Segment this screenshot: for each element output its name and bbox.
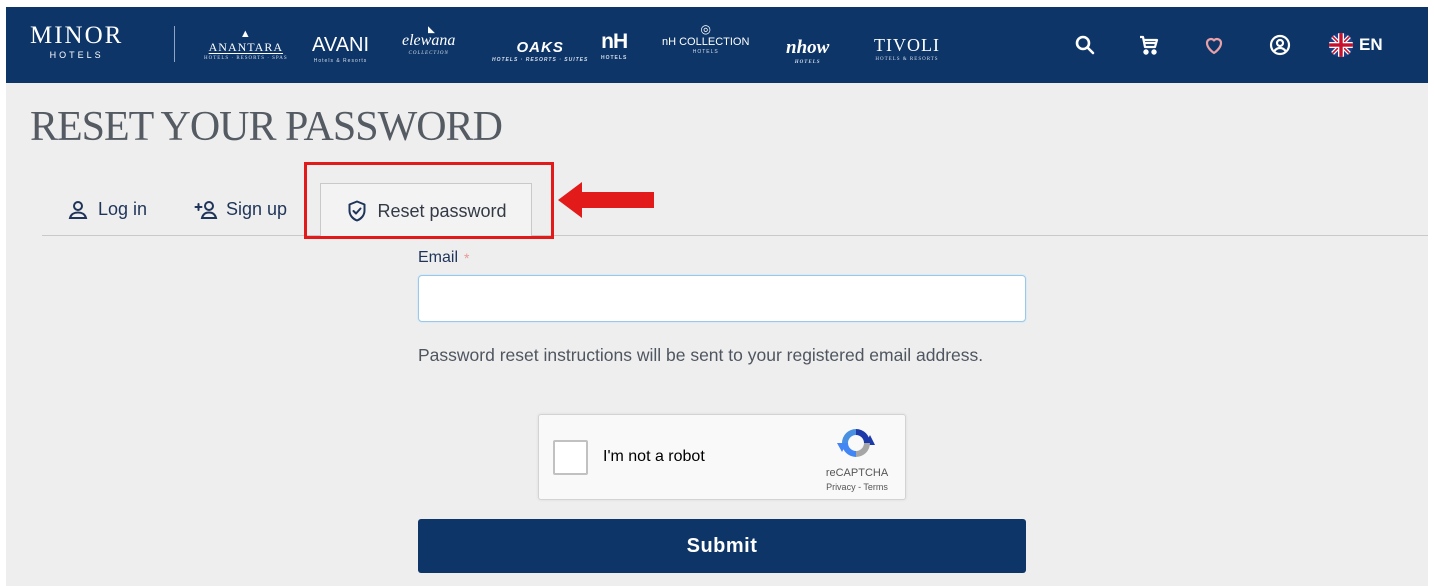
brand-anantara-tagline: HOTELS · RESORTS · SPAS bbox=[204, 56, 288, 61]
minor-hotels-logo[interactable]: MINOR HOTELS bbox=[30, 23, 123, 61]
brand-nh-collection[interactable]: ◎ nH COLLECTION HOTELS bbox=[662, 22, 750, 56]
anantara-mark-icon: ▲ bbox=[239, 28, 252, 40]
brand-tivoli[interactable]: TIVOLI HOTELS & RESORTS bbox=[874, 35, 940, 62]
language-selector[interactable]: EN bbox=[1329, 33, 1383, 57]
brand-oaks-name: OAKS bbox=[516, 39, 564, 56]
user-icon bbox=[68, 200, 88, 219]
recaptcha-widget: I'm not a robot reCAPTCHA Privacy - Term… bbox=[538, 414, 906, 500]
email-label-text: Email bbox=[418, 249, 459, 266]
brand-tivoli-tagline: HOTELS & RESORTS bbox=[875, 57, 939, 62]
tab-login[interactable]: Log in bbox=[66, 183, 147, 236]
brand-anantara[interactable]: ▲ ANANTARA HOTELS · RESORTS · SPAS bbox=[204, 28, 288, 62]
tab-signup-label: Sign up bbox=[226, 199, 288, 219]
tab-reset-password-label: Reset password bbox=[377, 200, 507, 221]
app-frame: MINOR HOTELS ▲ ANANTARA HOTELS · RESORTS… bbox=[6, 7, 1428, 586]
page-title: RESET YOUR PASSWORD bbox=[30, 104, 503, 150]
search-icon[interactable] bbox=[1073, 33, 1097, 57]
tab-reset-password[interactable]: Reset password bbox=[320, 183, 532, 238]
recaptcha-links: Privacy - Terms bbox=[809, 482, 905, 492]
brand-nhow-tagline: HOTELS bbox=[794, 60, 821, 65]
heart-icon[interactable] bbox=[1202, 33, 1226, 57]
brand-nh-name: nH bbox=[601, 30, 628, 53]
email-field[interactable] bbox=[418, 275, 1026, 322]
logo-tagline: HOTELS bbox=[49, 50, 104, 60]
brand-nh-collection-tagline: HOTELS bbox=[692, 49, 719, 55]
cart-icon[interactable] bbox=[1137, 33, 1161, 57]
logo-divider bbox=[174, 26, 175, 62]
language-code: EN bbox=[1359, 35, 1383, 54]
recaptcha-logo-icon bbox=[837, 429, 875, 457]
brand-nh-collection-name: nH COLLECTION bbox=[662, 36, 750, 48]
brand-anantara-name: ANANTARA bbox=[208, 40, 283, 54]
brand-elewana-tagline: COLLECTION bbox=[408, 51, 449, 56]
brand-tivoli-name: TIVOLI bbox=[874, 35, 940, 55]
required-star-icon: * bbox=[464, 250, 470, 266]
recaptcha-checkbox[interactable] bbox=[553, 440, 588, 475]
recaptcha-brand: reCAPTCHA bbox=[825, 467, 889, 479]
account-icon[interactable] bbox=[1268, 33, 1292, 57]
brand-oaks[interactable]: OAKS HOTELS · RESORTS · SUITES bbox=[492, 39, 588, 63]
recaptcha-label: I'm not a robot bbox=[603, 448, 705, 465]
nh-collection-mark-icon: ◎ bbox=[700, 22, 711, 36]
brand-nhow[interactable]: nhow HOTELS bbox=[786, 37, 829, 65]
submit-button[interactable]: Submit bbox=[418, 519, 1026, 573]
brand-avani-tagline: Hotels & Resorts bbox=[313, 58, 368, 64]
brand-avani[interactable]: AVANI Hotels & Resorts bbox=[312, 34, 369, 64]
recaptcha-privacy-link[interactable]: Privacy bbox=[826, 482, 856, 492]
brand-elewana[interactable]: ◣ elewana COLLECTION bbox=[402, 24, 455, 56]
tab-login-label: Log in bbox=[98, 199, 148, 219]
tab-signup[interactable]: Sign up bbox=[194, 183, 287, 236]
annotation-arrow-icon bbox=[558, 182, 654, 218]
auth-tabs: Log in Sign up Reset password bbox=[42, 183, 1428, 238]
uk-flag-icon bbox=[1329, 33, 1353, 57]
logo-name: MINOR bbox=[30, 22, 124, 49]
recaptcha-terms-link[interactable]: Terms bbox=[863, 482, 888, 492]
brand-nh[interactable]: nH HOTELS bbox=[601, 30, 628, 61]
elewana-mark-icon: ◣ bbox=[428, 24, 435, 34]
shield-check-icon bbox=[348, 200, 366, 222]
help-text: Password reset instructions will be sent… bbox=[418, 345, 984, 365]
reset-password-form: Email * Password reset instructions will… bbox=[418, 249, 1028, 573]
brand-nh-tagline: HOTELS bbox=[601, 55, 628, 61]
add-user-icon bbox=[194, 200, 218, 219]
email-label: Email * bbox=[418, 249, 1028, 267]
brand-nhow-name: nhow bbox=[786, 37, 830, 58]
brand-avani-name: AVANI bbox=[312, 34, 370, 56]
brand-oaks-tagline: HOTELS · RESORTS · SUITES bbox=[492, 57, 589, 63]
top-navbar: MINOR HOTELS ▲ ANANTARA HOTELS · RESORTS… bbox=[6, 7, 1428, 83]
